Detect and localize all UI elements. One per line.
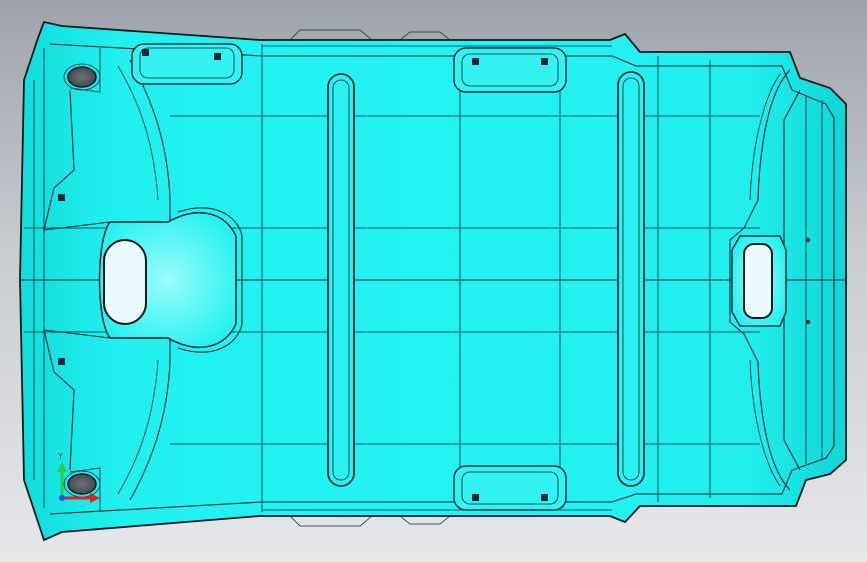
roof-rib-left[interactable] [327,73,355,487]
roof-rib-right[interactable] [617,71,645,487]
visor-mount-hole-bottom[interactable] [67,473,97,495]
graphics-viewport[interactable]: Y [0,0,867,562]
triad-y-label: Y [57,452,63,461]
dome-light-cutout[interactable] [103,239,147,325]
grab-handle-recess-top[interactable] [453,47,567,93]
grab-handle-recess-bottom[interactable] [453,465,567,511]
headliner-3d-model[interactable]: Y [0,0,867,562]
visor-mount-hole-top[interactable] [67,66,97,88]
rear-lamp-cutout[interactable] [743,243,773,319]
